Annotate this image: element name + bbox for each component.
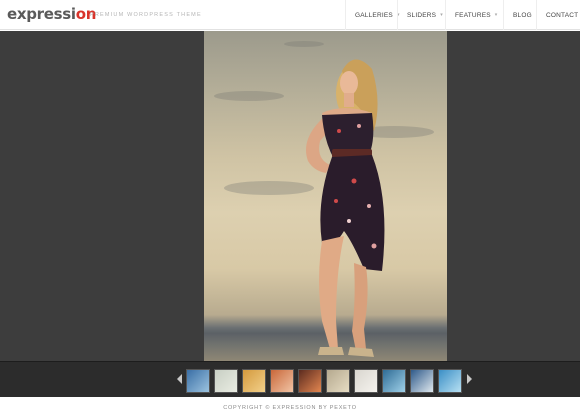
- logo-text: expressi: [7, 5, 76, 23]
- site-header: expression PREMIUM WORDPRESS THEME GALLE…: [0, 0, 580, 30]
- ocean-wave-thumbnail[interactable]: [382, 369, 406, 393]
- site-tagline: PREMIUM WORDPRESS THEME: [90, 12, 202, 18]
- nav-item-contact[interactable]: CONTACT: [536, 0, 580, 30]
- orange-ring-thumbnail[interactable]: [270, 369, 294, 393]
- golden-field-thumbnail[interactable]: [242, 369, 266, 393]
- nav-item-sliders[interactable]: SLIDERS ▾: [397, 0, 445, 30]
- copyright-text: COPYRIGHT © EXPRESSION BY PEXETO: [223, 405, 357, 411]
- nav-item-label: SLIDERS: [407, 11, 437, 19]
- woman-figure-illustration: [306, 59, 385, 357]
- light-sketch-thumbnail[interactable]: [214, 369, 238, 393]
- chevron-down-icon: ▾: [494, 12, 498, 18]
- prev-arrow-icon[interactable]: [177, 374, 182, 384]
- gallery-stage: [0, 31, 580, 361]
- blue-abstract-thumbnail[interactable]: [186, 369, 210, 393]
- chevron-down-icon: ▾: [440, 12, 443, 18]
- next-arrow-icon[interactable]: [467, 374, 472, 384]
- site-logo[interactable]: expression: [7, 5, 96, 23]
- white-sand-thumbnail[interactable]: [354, 369, 378, 393]
- thumbnail-list: [186, 369, 462, 393]
- boat-harbor-thumbnail[interactable]: [410, 369, 434, 393]
- thumbnail-strip: [0, 361, 580, 397]
- sunset-tree-thumbnail[interactable]: [298, 369, 322, 393]
- main-nav: GALLERIES ▾ SLIDERS ▾ FEATURES ▾ BLOG CONTA…: [345, 0, 580, 30]
- nav-item-label: FEATURES: [455, 11, 491, 19]
- nav-item-label: CONTACT: [546, 11, 579, 19]
- woman-beach-thumbnail[interactable]: [326, 369, 350, 393]
- blue-sky-thumbnail[interactable]: [438, 369, 462, 393]
- nav-item-features[interactable]: FEATURES ▾: [445, 0, 503, 30]
- main-gallery-image[interactable]: [204, 31, 447, 361]
- nav-item-blog[interactable]: BLOG: [503, 0, 536, 30]
- site-footer: COPYRIGHT © EXPRESSION BY PEXETO: [0, 397, 580, 420]
- nav-item-label: BLOG: [513, 11, 532, 19]
- nav-item-label: GALLERIES: [355, 11, 393, 19]
- nav-item-galleries[interactable]: GALLERIES ▾: [345, 0, 399, 30]
